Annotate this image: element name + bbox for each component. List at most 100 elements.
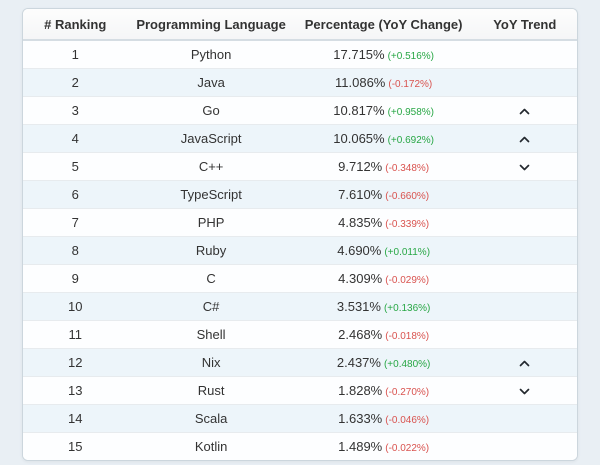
percentage-value: 3.531% bbox=[336, 299, 381, 314]
percentage-value: 1.828% bbox=[338, 383, 383, 398]
rank-cell: 8 bbox=[23, 236, 128, 265]
yoy-change-value: (-0.348%) bbox=[385, 163, 430, 174]
percentage-value: 11.086% bbox=[335, 75, 386, 90]
rank-cell: 9 bbox=[23, 264, 128, 293]
table-body: 1 Python 17.715% (+0.516%) 2 Java 11.086%… bbox=[23, 40, 577, 460]
trend-cell bbox=[472, 404, 577, 433]
language-cell: Scala bbox=[127, 404, 295, 433]
trend-cell bbox=[472, 376, 577, 405]
percentage-cell: 2.468% (-0.018%) bbox=[294, 320, 473, 349]
table-row: 7 PHP 4.835% (-0.339%) bbox=[23, 208, 577, 237]
trend-cell bbox=[472, 236, 577, 265]
percentage-value: 10.817% bbox=[333, 103, 385, 118]
language-cell: PHP bbox=[127, 208, 295, 237]
rank-cell: 4 bbox=[23, 124, 128, 153]
trend-cell bbox=[472, 180, 577, 209]
table-row: 8 Ruby 4.690% (+0.011%) bbox=[23, 236, 577, 265]
yoy-change-value: (-0.046%) bbox=[385, 415, 430, 426]
yoy-change-value: (+0.136%) bbox=[383, 303, 431, 314]
percentage-cell: 10.065% (+0.692%) bbox=[294, 124, 473, 153]
yoy-change-value: (-0.660%) bbox=[385, 191, 430, 202]
table-row: 1 Python 17.715% (+0.516%) bbox=[23, 40, 577, 69]
yoy-change-value: (+0.692%) bbox=[387, 135, 435, 146]
rank-cell: 12 bbox=[23, 348, 128, 377]
percentage-cell: 4.690% (+0.011%) bbox=[294, 236, 473, 265]
percentage-cell: 1.633% (-0.046%) bbox=[294, 404, 473, 433]
page: # Ranking Programming Language Percentag… bbox=[0, 0, 600, 465]
language-cell: C bbox=[127, 264, 295, 293]
trend-cell bbox=[472, 320, 577, 349]
trend-cell bbox=[472, 292, 577, 321]
yoy-change-value: (-0.339%) bbox=[385, 219, 430, 230]
language-cell: Python bbox=[190, 47, 232, 62]
yoy-change-value: (+0.480%) bbox=[383, 359, 431, 370]
rank-cell: 2 bbox=[23, 68, 128, 97]
percentage-value: 4.835% bbox=[338, 215, 383, 230]
language-cell: C# bbox=[127, 292, 295, 321]
percentage-cell: 1.828% (-0.270%) bbox=[294, 376, 473, 405]
rank-cell: 10 bbox=[23, 292, 128, 321]
chevron-down-icon bbox=[518, 163, 531, 172]
trend-cell bbox=[472, 96, 577, 125]
percentage-value: 1.489% bbox=[338, 439, 383, 454]
chevron-down-icon bbox=[518, 387, 531, 396]
table-row: 11 Shell 2.468% (-0.018%) bbox=[23, 320, 577, 349]
yoy-change-value: (-0.172%) bbox=[388, 79, 433, 90]
trend-cell bbox=[472, 348, 577, 377]
table-row: 3 Go 10.817% (+0.958%) bbox=[23, 96, 577, 125]
rank-cell: 5 bbox=[23, 152, 128, 181]
trend-cell bbox=[472, 124, 577, 153]
col-header-percentage: Percentage (YoY Change) bbox=[294, 9, 473, 41]
col-header-language: Programming Language bbox=[127, 9, 295, 41]
table-row: 9 C 4.309% (-0.029%) bbox=[23, 264, 577, 293]
col-header-ranking: # Ranking bbox=[23, 9, 128, 41]
rank-cell: 3 bbox=[23, 96, 128, 125]
yoy-change-value: (-0.018%) bbox=[385, 331, 430, 342]
percentage-cell: 7.610% (-0.660%) bbox=[294, 180, 473, 209]
table-row: 13 Rust 1.828% (-0.270%) bbox=[23, 376, 577, 405]
percentage-cell: 3.531% (+0.136%) bbox=[294, 292, 473, 321]
trend-cell bbox=[472, 152, 577, 181]
ranking-table-card: # Ranking Programming Language Percentag… bbox=[22, 8, 578, 461]
language-cell: Go bbox=[127, 96, 295, 125]
trend-cell bbox=[472, 432, 577, 460]
percentage-cell: 17.715% (+0.516%) bbox=[295, 40, 473, 69]
trend-cell bbox=[472, 264, 577, 293]
yoy-change-value: (-0.022%) bbox=[385, 443, 430, 454]
chevron-up-icon bbox=[518, 135, 531, 144]
yoy-change-value: (+0.011%) bbox=[384, 247, 431, 258]
trend-cell bbox=[472, 68, 577, 97]
table-row: 4 JavaScript 10.065% (+0.692%) bbox=[23, 124, 577, 153]
yoy-change-value: (-0.270%) bbox=[385, 387, 430, 398]
rank-cell: 11 bbox=[23, 320, 128, 349]
percentage-value: 10.065% bbox=[333, 131, 385, 146]
trend-cell bbox=[473, 40, 577, 69]
percentage-cell: 1.489% (-0.022%) bbox=[294, 432, 473, 460]
rank-cell: 13 bbox=[23, 376, 128, 405]
percentage-value: 1.633% bbox=[338, 411, 383, 426]
rank-cell: 15 bbox=[23, 432, 128, 460]
col-header-yoy-trend: YoY Trend bbox=[472, 9, 577, 41]
yoy-change-value: (+0.516%) bbox=[387, 51, 435, 62]
percentage-cell: 4.835% (-0.339%) bbox=[294, 208, 473, 237]
percentage-value: 2.468% bbox=[338, 327, 383, 342]
percentage-cell: 9.712% (-0.348%) bbox=[294, 152, 473, 181]
percentage-value: 9.712% bbox=[338, 159, 383, 174]
percentage-value: 4.309% bbox=[338, 271, 383, 286]
language-cell: Nix bbox=[127, 348, 295, 377]
language-cell: Ruby bbox=[127, 236, 295, 265]
percentage-value: 2.437% bbox=[336, 355, 381, 370]
rank-cell: 7 bbox=[23, 208, 128, 237]
yoy-change-value: (-0.029%) bbox=[385, 275, 430, 286]
percentage-value: 4.690% bbox=[337, 243, 382, 258]
language-cell: Shell bbox=[127, 320, 295, 349]
percentage-cell: 11.086% (-0.172%) bbox=[294, 68, 473, 97]
percentage-cell: 10.817% (+0.958%) bbox=[294, 96, 473, 125]
chevron-up-icon bbox=[518, 359, 531, 368]
language-cell: C++ bbox=[127, 152, 295, 181]
percentage-cell: 4.309% (-0.029%) bbox=[294, 264, 473, 293]
language-ranking-table: # Ranking Programming Language Percentag… bbox=[23, 9, 577, 460]
header-row: # Ranking Programming Language Percentag… bbox=[23, 9, 577, 41]
trend-cell bbox=[472, 208, 577, 237]
table-row: 14 Scala 1.633% (-0.046%) bbox=[23, 404, 577, 433]
